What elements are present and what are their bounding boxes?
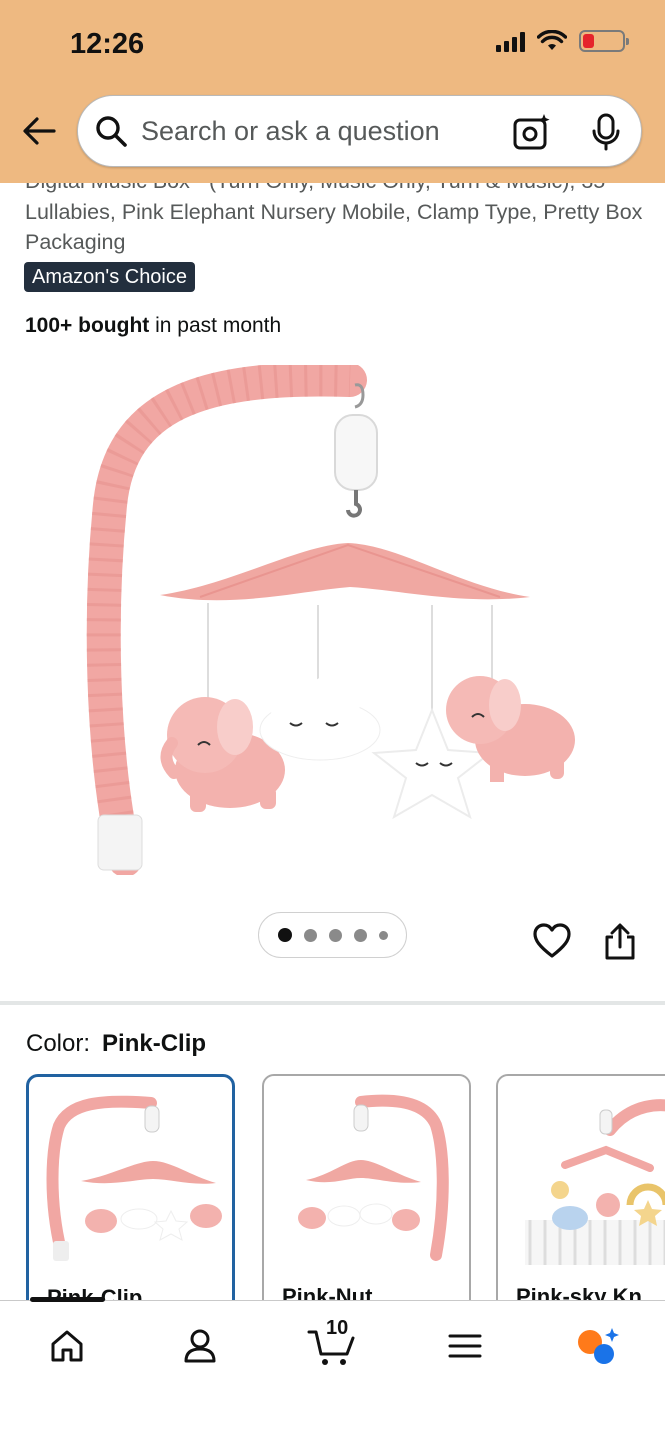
selected-color: Pink-Clip [102, 1030, 207, 1057]
cart-count: 10 [326, 1317, 349, 1339]
bought-count-rest: in past month [149, 314, 282, 337]
section-divider [0, 1001, 665, 1005]
camera-search-icon[interactable] [512, 112, 552, 152]
color-label: Color: [26, 1030, 91, 1057]
amazons-choice-badge: Amazon's Choice [24, 262, 195, 292]
menu-icon [448, 1334, 482, 1358]
home-icon [51, 1330, 83, 1362]
product-image[interactable] [80, 365, 590, 875]
swatch-image [46, 1095, 222, 1261]
color-option-pink-sky[interactable]: Pink-sky Kn [496, 1074, 665, 1334]
carousel-dot[interactable] [277, 928, 292, 942]
search-icon [96, 116, 127, 147]
nav-account[interactable] [170, 1321, 230, 1371]
app-header: 12:26 Search or ask a question [0, 0, 665, 183]
bought-count-bold: 100+ bought [25, 314, 150, 337]
share-icon[interactable] [603, 923, 637, 961]
image-carousel-dots[interactable] [258, 912, 407, 958]
carousel-dot[interactable] [378, 930, 388, 940]
carousel-dot[interactable] [353, 928, 367, 942]
carousel-dot[interactable] [303, 928, 317, 942]
search-placeholder: Search or ask a question [141, 116, 440, 146]
carousel-dot[interactable] [328, 928, 342, 942]
status-time: 12:26 [70, 28, 145, 60]
bottom-nav: 10 [0, 1297, 665, 1440]
nav-home[interactable] [37, 1321, 97, 1371]
status-icons [496, 30, 629, 52]
active-tab-indicator [30, 1297, 105, 1302]
color-selector-header: Color: Pink-Clip [26, 1030, 206, 1058]
wishlist-heart-icon[interactable] [533, 923, 571, 959]
wifi-icon [537, 30, 567, 50]
account-icon [184, 1329, 216, 1363]
back-button[interactable] [20, 112, 58, 150]
bought-count: 100+ bought in past month [25, 314, 281, 338]
nav-menu[interactable] [435, 1321, 495, 1371]
color-option-pink-clip[interactable]: Pink-Clip [26, 1074, 235, 1334]
rufus-icon [578, 1328, 619, 1364]
color-option-pink-nut[interactable]: Pink-Nut [262, 1074, 471, 1334]
microphone-icon[interactable] [588, 112, 624, 152]
nav-rufus[interactable] [566, 1321, 626, 1371]
back-arrow-icon [23, 117, 56, 145]
cell-signal-icon [496, 30, 525, 52]
swatch-image [525, 1099, 665, 1265]
swatch-image [298, 1094, 449, 1261]
battery-icon [579, 30, 629, 52]
search-input[interactable]: Search or ask a question [77, 95, 642, 167]
